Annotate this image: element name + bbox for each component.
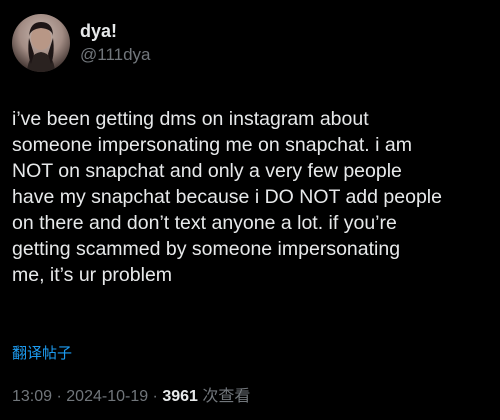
- tweet-text-line: someone impersonating me on snapchat. i …: [12, 134, 412, 156]
- avatar[interactable]: [12, 14, 70, 72]
- user-names: dya! @111dya: [80, 20, 151, 66]
- tweet-detail: dya! @111dya i’ve been getting dms on in…: [0, 0, 500, 420]
- views-count: 3961: [162, 388, 198, 405]
- tweet-text-line: on there and don’t text anyone a lot. if…: [12, 212, 397, 234]
- tweet-text-line: i’ve been getting dms on instagram about: [12, 108, 369, 130]
- tweet-text-line: me, it’s ur problem: [12, 264, 173, 286]
- tweet-text: i’ve been getting dms on instagram about…: [12, 106, 492, 288]
- tweet-date[interactable]: 2024-10-19: [66, 388, 148, 405]
- views-label: 次查看: [202, 388, 251, 405]
- tweet-text-line: getting scammed by someone impersonating: [12, 238, 401, 260]
- user-handle[interactable]: @111dya: [80, 44, 151, 66]
- tweet-text-line: NOT on snapchat and only a very few peop…: [12, 160, 402, 182]
- meta-separator: ·: [52, 388, 67, 405]
- display-name[interactable]: dya!: [80, 20, 151, 42]
- tweet-header: dya! @111dya: [12, 14, 151, 72]
- meta-separator: ·: [148, 388, 163, 405]
- translate-post-link[interactable]: 翻译帖子: [12, 344, 72, 364]
- avatar-portrait-icon: [27, 22, 55, 72]
- tweet-meta: 13:09 · 2024-10-19 · 3961 次查看: [12, 386, 250, 408]
- tweet-time[interactable]: 13:09: [12, 388, 52, 405]
- tweet-text-line: have my snapchat because i DO NOT add pe…: [12, 186, 442, 208]
